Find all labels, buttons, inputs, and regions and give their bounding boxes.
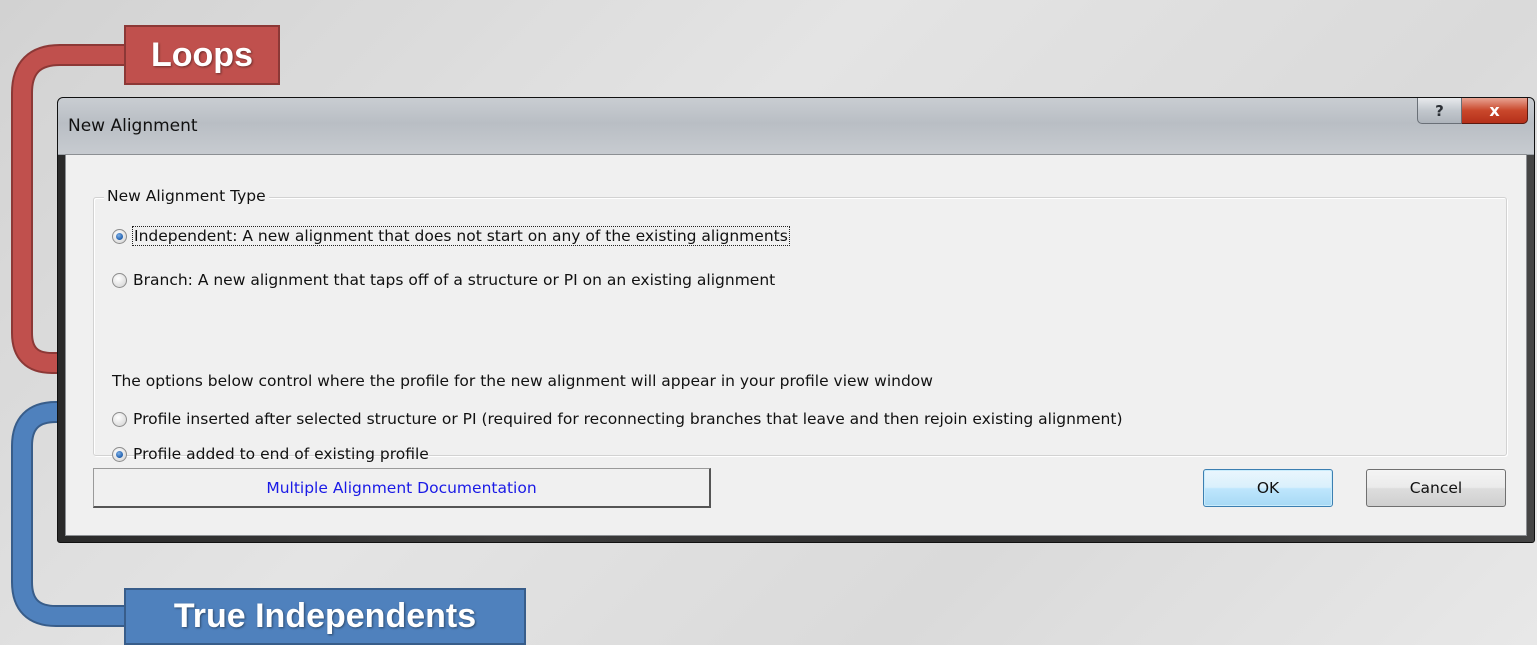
radio-branch[interactable]	[112, 272, 127, 288]
dialog-title: New Alignment	[68, 116, 198, 136]
option-branch[interactable]: Branch: A new alignment that taps off of…	[112, 271, 775, 289]
dialog-body: New Alignment Type Independent: A new al…	[65, 154, 1527, 536]
close-button[interactable]: x	[1462, 98, 1528, 124]
option-branch-label: Branch: A new alignment that taps off of…	[133, 271, 776, 289]
help-button[interactable]: ?	[1417, 98, 1462, 124]
group-title: New Alignment Type	[104, 187, 269, 205]
option-profile-added[interactable]: Profile added to end of existing profile	[112, 445, 429, 463]
radio-profile-inserted[interactable]	[112, 411, 127, 427]
caption-buttons: ? x	[1417, 98, 1528, 124]
option-profile-inserted[interactable]: Profile inserted after selected structur…	[112, 410, 1123, 428]
title-bar[interactable]: New Alignment ? x	[58, 98, 1534, 155]
option-independent[interactable]: Independent: A new alignment that does n…	[112, 226, 790, 246]
profile-info-text: The options below control where the prof…	[112, 372, 933, 390]
alignment-type-group: New Alignment Type Independent: A new al…	[93, 187, 1507, 463]
ok-button[interactable]: OK	[1203, 469, 1333, 507]
radio-profile-added[interactable]	[112, 446, 127, 462]
option-independent-label: Independent: A new alignment that does n…	[132, 226, 790, 246]
cancel-button[interactable]: Cancel	[1366, 469, 1506, 507]
multiple-alignment-documentation-button[interactable]: Multiple Alignment Documentation	[93, 468, 711, 508]
radio-independent[interactable]	[112, 228, 127, 244]
option-profile-added-label: Profile added to end of existing profile	[133, 445, 429, 463]
option-profile-inserted-label: Profile inserted after selected structur…	[133, 410, 1123, 428]
true-independents-callout: True Independents	[124, 588, 526, 645]
new-alignment-dialog: New Alignment ? x New Alignment Type Ind…	[57, 97, 1535, 543]
loops-callout: Loops	[124, 25, 280, 85]
